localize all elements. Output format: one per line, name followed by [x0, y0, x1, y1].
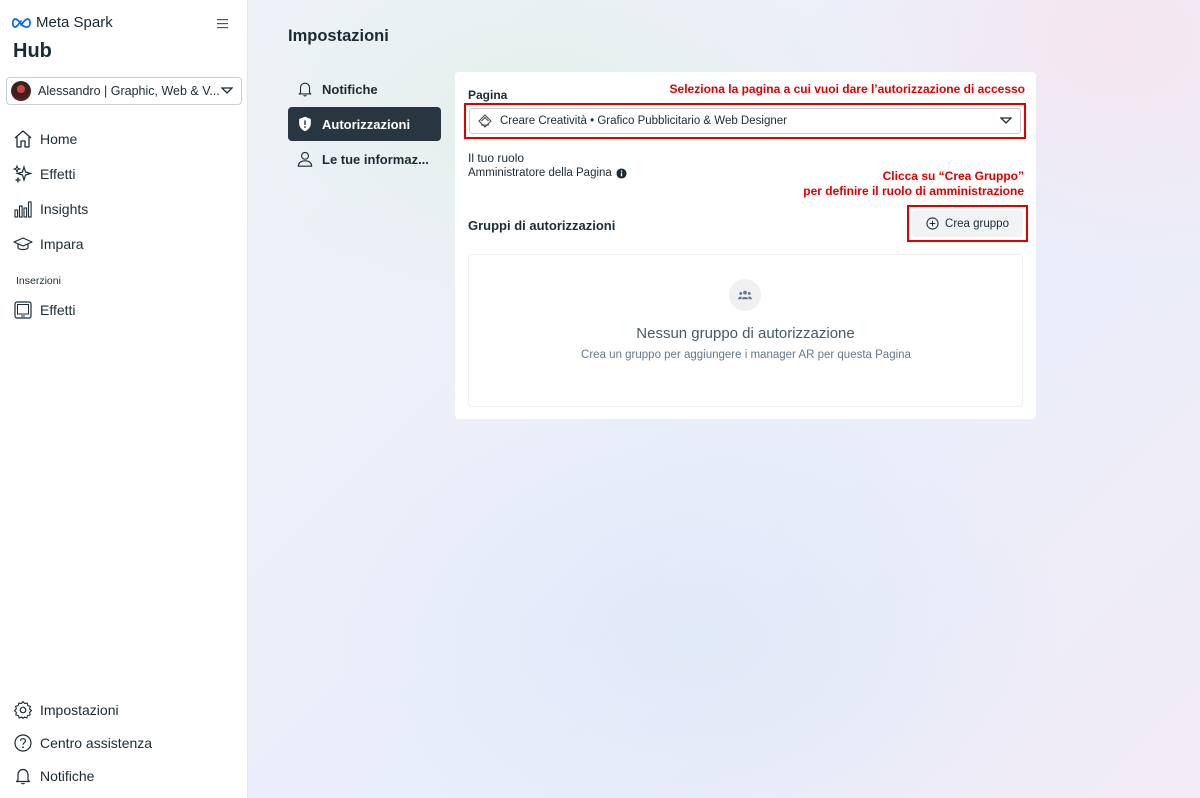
tab-label: Notifiche — [322, 81, 378, 97]
annotation-create-group-line1: Clicca su “Crea Gruppo” — [882, 169, 1024, 183]
sidebar: Meta Spark Hub Alessandro | Graphic, Web… — [0, 0, 248, 798]
sidebar-item-label: Notifiche — [40, 768, 95, 784]
meta-infinity-icon — [12, 17, 31, 28]
gear-icon — [12, 699, 34, 721]
chevron-down-icon — [1000, 117, 1012, 124]
sidebar-item-impara[interactable]: Impara — [12, 232, 84, 256]
tab-autorizzazioni[interactable]: Autorizzazioni — [288, 107, 441, 141]
annotation-create-group-line2: per definire il ruolo di amministrazione — [803, 184, 1024, 198]
tab-label: Le tue informaz... — [322, 151, 429, 167]
info-icon[interactable] — [616, 167, 627, 179]
bell-icon — [298, 82, 312, 97]
role-label: Il tuo ruolo — [468, 151, 525, 165]
hamburger-menu-icon[interactable] — [214, 16, 232, 32]
shield-icon — [299, 116, 311, 132]
sidebar-item-label: Insights — [40, 201, 89, 217]
create-group-label: Crea gruppo — [945, 217, 1009, 230]
page-title: Impostazioni — [288, 27, 389, 45]
account-name: Alessandro | Graphic, Web & V... — [38, 84, 220, 98]
sidebar-item-centro-assistenza[interactable]: Centro assistenza — [12, 731, 152, 755]
sidebar-item-label: Effetti — [40, 166, 76, 182]
brand-name: Meta Spark — [36, 14, 113, 31]
empty-state-title: Nessun gruppo di autorizzazione — [636, 325, 855, 342]
account-selector[interactable]: Alessandro | Graphic, Web & V... — [6, 77, 242, 105]
sidebar-item-effetti[interactable]: Effetti — [12, 162, 76, 186]
bar-chart-icon — [12, 198, 34, 220]
annotation-highlight-page-select: Creare Creatività • Grafico Pubblicitari… — [464, 103, 1026, 139]
sidebar-item-ads-effetti[interactable]: Effetti — [12, 298, 76, 322]
create-group-button[interactable]: Crea gruppo — [912, 210, 1023, 237]
help-circle-icon — [12, 732, 34, 754]
sparkles-icon — [12, 163, 34, 185]
role-value: Amministratore della Pagina — [468, 167, 612, 179]
page-logo-icon — [478, 114, 492, 128]
tab-label: Autorizzazioni — [322, 116, 411, 132]
bell-icon — [12, 765, 34, 787]
tab-le-tue-informazioni[interactable]: Le tue informaz... — [288, 142, 441, 176]
annotation-select-page: Seleziona la pagina a cui vuoi dare l’au… — [669, 82, 1025, 96]
avatar — [11, 81, 31, 101]
graduation-cap-icon — [12, 233, 34, 255]
section-label-inserzioni: Inserzioni — [16, 275, 61, 287]
page-select-value: Creare Creatività • Grafico Pubblicitari… — [500, 115, 787, 127]
annotation-highlight-create-button: Crea gruppo — [907, 205, 1028, 242]
group-icon — [729, 279, 761, 311]
meta-spark-logo[interactable]: Meta Spark — [12, 14, 113, 31]
sidebar-item-home[interactable]: Home — [12, 127, 77, 151]
sidebar-item-label: Impara — [40, 236, 84, 252]
permission-groups-title: Gruppi di autorizzazioni — [468, 218, 616, 233]
sidebar-item-insights[interactable]: Insights — [12, 197, 88, 221]
sidebar-item-label: Centro assistenza — [40, 735, 153, 751]
sidebar-item-label: Impostazioni — [40, 702, 119, 718]
tablet-icon — [12, 299, 34, 321]
sidebar-item-label: Effetti — [40, 302, 76, 318]
home-icon — [12, 128, 34, 150]
plus-circle-icon — [926, 217, 939, 230]
sidebar-item-impostazioni[interactable]: Impostazioni — [12, 698, 119, 722]
sidebar-item-notifiche[interactable]: Notifiche — [12, 764, 94, 788]
chevron-down-icon — [221, 87, 233, 94]
role-value-row: Amministratore della Pagina — [468, 167, 627, 179]
empty-state-subtitle: Crea un gruppo per aggiungere i manager … — [581, 349, 911, 361]
tab-notifiche[interactable]: Notifiche — [288, 72, 441, 106]
page-field-label: Pagina — [468, 88, 508, 102]
page-select[interactable]: Creare Creatività • Grafico Pubblicitari… — [469, 108, 1021, 134]
user-icon — [297, 151, 313, 167]
hub-title: Hub — [13, 40, 52, 62]
sidebar-item-label: Home — [40, 131, 78, 147]
